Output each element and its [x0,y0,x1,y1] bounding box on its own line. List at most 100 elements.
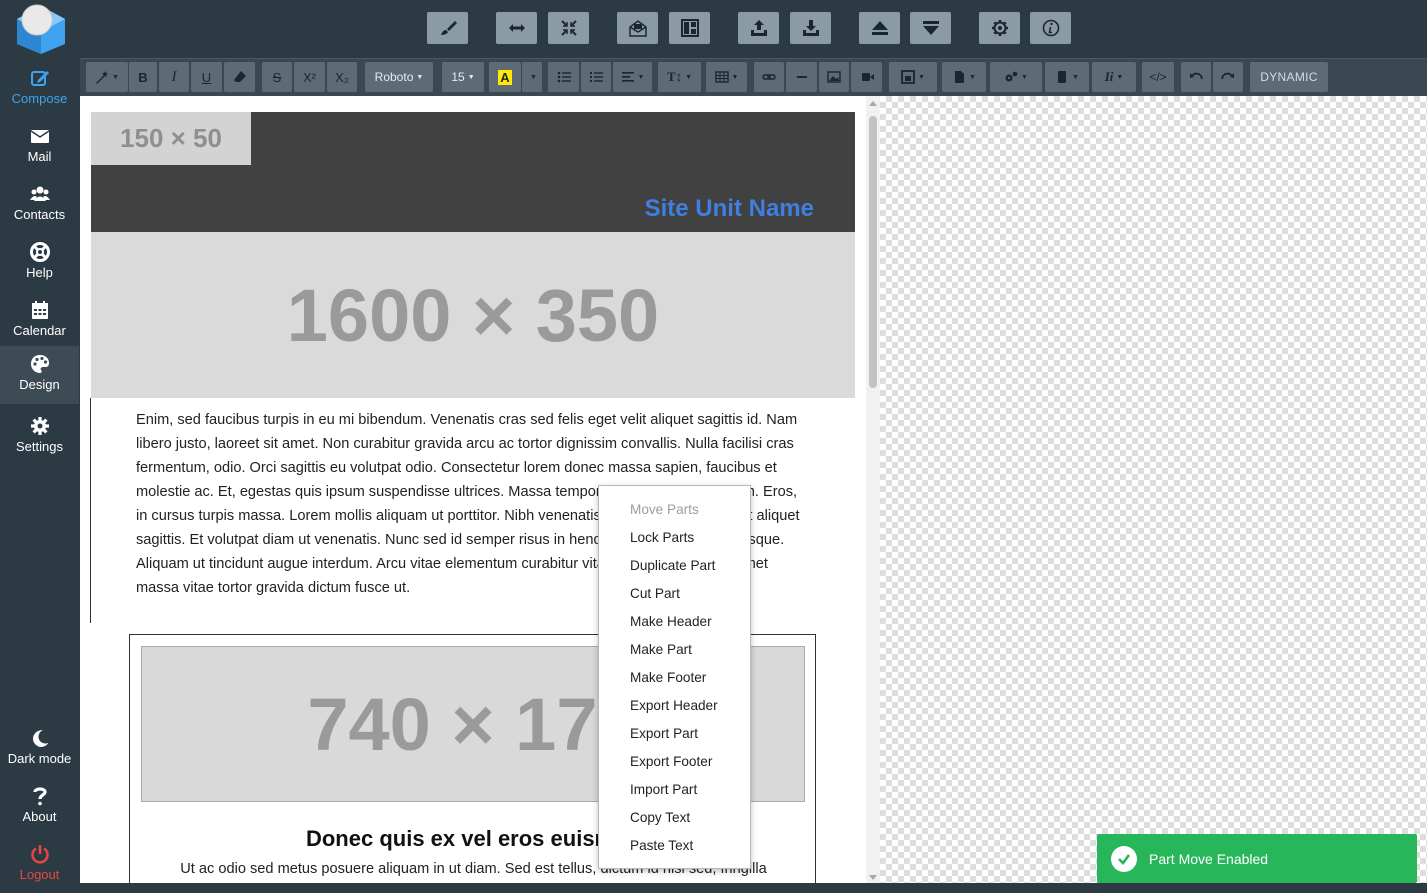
advanced-settings-dropdown[interactable]: ▼ [990,62,1042,92]
upload-button[interactable] [738,12,779,44]
mail-template-button[interactable] [617,12,658,44]
bold-button[interactable]: B [129,62,157,92]
redo-button[interactable] [1213,62,1243,92]
download-button[interactable] [790,12,831,44]
mobile-preview-dropdown[interactable]: ▼ [1045,62,1089,92]
menu-item-export-header[interactable]: Export Header [599,692,750,720]
power-icon [30,845,49,864]
toast-message: Part Move Enabled [1149,850,1269,867]
info-icon [1042,19,1059,37]
menu-item-lock-parts[interactable]: Lock Parts [599,524,750,552]
image-options-dropdown[interactable]: ▼ [889,62,937,92]
sidebar-item-help[interactable]: Help [0,234,79,292]
font-size-select[interactable]: 15 ▼ [442,62,484,92]
sidebar-item-label: Mail [27,149,52,164]
source-code-button[interactable]: </> [1142,62,1174,92]
site-unit-name[interactable]: Site Unit Name [645,195,814,223]
cogs-icon [1005,71,1018,82]
brush-icon [440,21,457,35]
banner-placeholder[interactable]: 1600 × 350 [91,232,855,398]
subscript-button[interactable]: X₂ [327,62,357,92]
menu-item-duplicate-part[interactable]: Duplicate Part [599,552,750,580]
sidebar-item-label: Compose [11,91,68,106]
bullet-list-icon [557,71,571,83]
bullet-list-button[interactable] [548,62,579,92]
sidebar-item-mail[interactable]: Mail [0,118,79,176]
undo-icon [1190,72,1203,80]
logo-placeholder[interactable]: 150 × 50 [91,112,251,165]
undo-button[interactable] [1181,62,1211,92]
expand-width-button[interactable] [496,12,537,44]
italic-button[interactable]: I [159,62,189,92]
move-top-button[interactable] [859,12,900,44]
dynamic-button[interactable]: DYNAMIC [1250,62,1328,92]
font-size-value: 15 [451,70,465,84]
sidebar-item-contacts[interactable]: Contacts [0,176,79,234]
scrollbar-thumb[interactable] [869,116,877,388]
menu-item-make-part[interactable]: Make Part [599,636,750,664]
align-dropdown[interactable]: ▼ [613,62,652,92]
menu-item-cut-part[interactable]: Cut Part [599,580,750,608]
scroll-up-icon[interactable] [869,101,877,106]
cog-icon [991,20,1008,36]
image-frame-icon [901,70,915,84]
context-menu: Move Parts Lock Parts Duplicate Part Cut… [598,485,751,869]
numbered-list-button[interactable] [581,62,611,92]
editor-scrollbar[interactable] [866,96,880,883]
menu-item-import-part[interactable]: Import Part [599,776,750,804]
insert-video-button[interactable] [851,62,882,92]
menu-item-paste-text[interactable]: Paste Text [599,832,750,860]
email-header-section[interactable]: 150 × 50 Site Unit Name [91,112,855,232]
scroll-down-icon[interactable] [869,875,877,880]
font-family-select[interactable]: Roboto ▼ [365,62,433,92]
compress-button[interactable] [548,12,589,44]
mobile-icon [1058,71,1067,83]
table-dropdown[interactable]: ▼ [706,62,747,92]
info-button[interactable] [1030,12,1071,44]
move-bottom-button[interactable] [910,12,951,44]
menu-item-make-header[interactable]: Make Header [599,608,750,636]
eraser-icon [233,71,246,82]
layout-button[interactable] [669,12,710,44]
dark-mode-toggle[interactable]: Dark mode [0,720,79,778]
top-toolbar [80,0,1427,58]
eject-up-icon [871,21,888,35]
text-style-dropdown[interactable]: Ii ▼ [1092,62,1136,92]
sidebar-item-label: Help [26,265,53,280]
menu-item-copy-text[interactable]: Copy Text [599,804,750,832]
link-button[interactable] [754,62,784,92]
numbered-list-icon [590,72,603,82]
align-left-icon [621,72,634,82]
sidebar-item-compose[interactable]: Compose [0,60,79,118]
clear-format-button[interactable] [224,62,255,92]
underline-button[interactable]: U [191,62,222,92]
sidebar-item-label: Calendar [13,323,66,338]
sidebar-item-design[interactable]: Design [0,346,79,404]
text-height-dropdown[interactable]: T↕ ▼ [658,62,701,92]
sidebar-item-settings[interactable]: Settings [0,408,79,466]
sidebar-item-label: About [22,809,57,824]
magic-format-button[interactable]: ▼ [86,62,128,92]
menu-item-export-footer[interactable]: Export Footer [599,748,750,776]
sidebar-item-calendar[interactable]: Calendar [0,292,79,350]
highlight-color-button[interactable]: A [489,62,521,92]
menu-item-export-part[interactable]: Export Part [599,720,750,748]
strikethrough-button[interactable]: S [262,62,292,92]
highlight-color-dropdown[interactable]: ▼ [522,62,542,92]
insert-file-dropdown[interactable]: ▼ [942,62,986,92]
settings-button[interactable] [979,12,1020,44]
email-editor[interactable]: 150 × 50 Site Unit Name 1600 × 350 Enim,… [80,96,880,893]
compose-icon [30,71,49,86]
mail-icon [30,130,49,143]
horizontal-rule-button[interactable] [786,62,817,92]
toast-notification[interactable]: Part Move Enabled [1097,834,1417,883]
sidebar-item-about[interactable]: About [0,778,79,836]
brush-button[interactable] [427,12,468,44]
gear-icon [30,417,49,435]
insert-image-button[interactable] [819,62,849,92]
menu-item-make-footer[interactable]: Make Footer [599,664,750,692]
superscript-button[interactable]: X² [294,62,325,92]
sidebar: Compose Mail Contacts Help Calendar Desi… [0,0,80,893]
envelope-open-icon [628,20,647,37]
underline-icon: U [201,69,212,85]
